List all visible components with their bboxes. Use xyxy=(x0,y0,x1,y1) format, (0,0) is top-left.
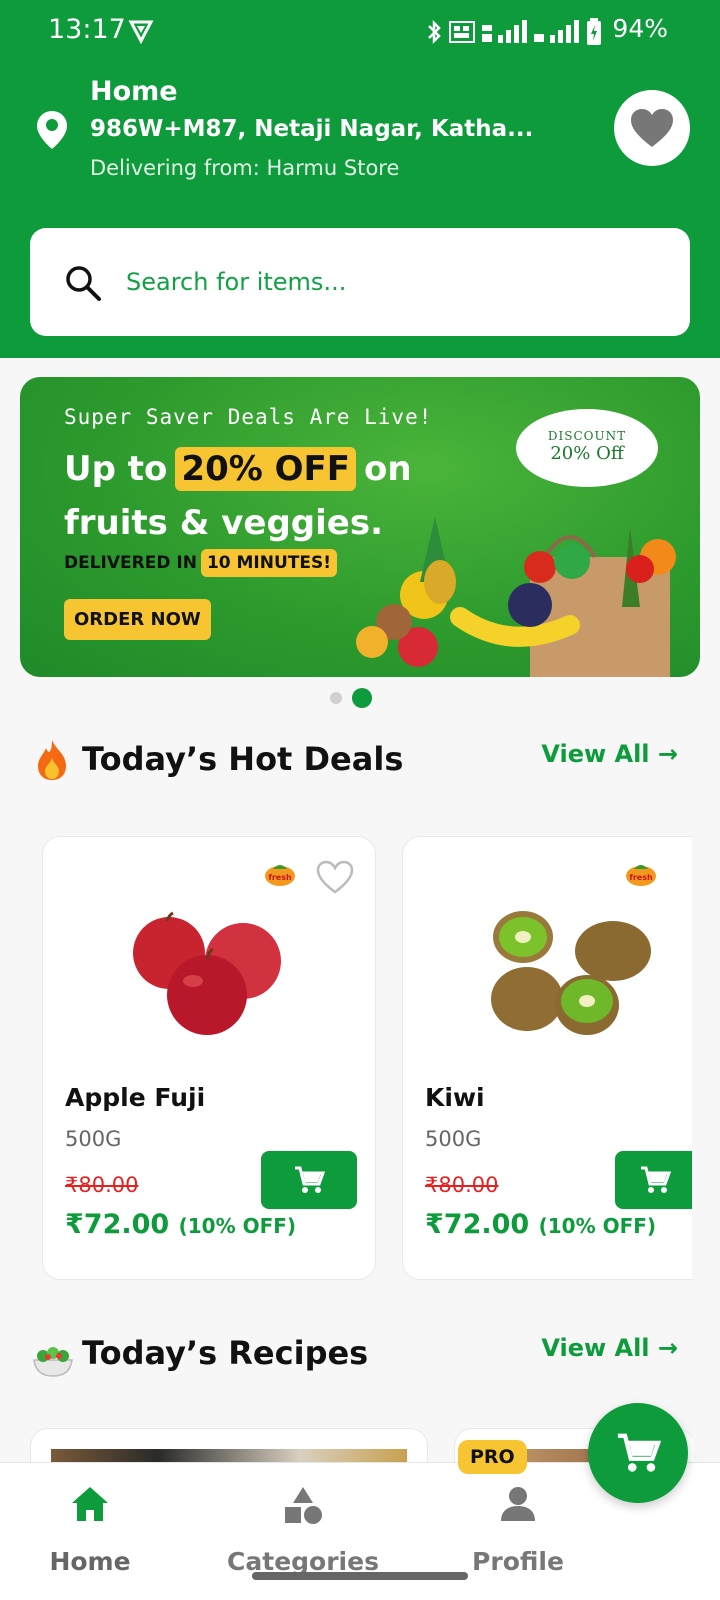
order-now-button[interactable]: ORDER NOW xyxy=(64,599,211,640)
wishlist-button[interactable] xyxy=(614,90,690,166)
search-icon xyxy=(64,264,102,306)
location-pin-icon xyxy=(36,110,68,154)
categories-icon xyxy=(285,1487,322,1524)
signal-icon-2 xyxy=(534,20,579,43)
banner-subtitle: Super Saver Deals Are Live! xyxy=(64,405,433,429)
svg-text:fresh: fresh xyxy=(268,873,292,882)
home-icon xyxy=(72,1487,108,1521)
hot-deals-view-all[interactable]: View All → xyxy=(541,740,678,768)
discount-badge: DISCOUNT 20% Off xyxy=(516,409,658,487)
salad-icon xyxy=(32,1344,74,1382)
battery-icon xyxy=(587,18,601,45)
address-title[interactable]: Home xyxy=(90,76,178,107)
vpn-icon xyxy=(128,18,154,48)
add-to-cart-button[interactable] xyxy=(261,1151,357,1209)
product-price: ₹72.00 (10% OFF) xyxy=(425,1209,657,1240)
heart-icon xyxy=(631,109,673,147)
search-bar[interactable] xyxy=(30,228,690,336)
battery-percent: 94% xyxy=(612,14,668,43)
product-old-price: ₹80.00 xyxy=(425,1173,499,1197)
promo-banner[interactable]: Super Saver Deals Are Live! Up to 20% OF… xyxy=(20,377,700,677)
fresh-badge-icon: fresh xyxy=(263,861,297,891)
carousel-dots[interactable] xyxy=(330,688,372,708)
cart-icon xyxy=(641,1166,671,1193)
volte-icon xyxy=(449,21,475,43)
hot-deals-title: Today’s Hot Deals xyxy=(82,740,404,778)
product-card[interactable]: fresh Apple Fuji 500G ₹80.00 ₹72.00 (10%… xyxy=(42,836,376,1280)
recipes-title: Today’s Recipes xyxy=(82,1334,369,1372)
heart-outline-icon[interactable] xyxy=(315,859,355,899)
delivering-store: Delivering from: Harmu Store xyxy=(90,156,400,180)
banner-highlight: 20% OFF xyxy=(175,447,356,491)
address-line[interactable]: 986W+M87, Netaji Nagar, Katha... xyxy=(90,116,533,142)
cart-icon xyxy=(617,1433,661,1472)
banner-headline-2: fruits & veggies. xyxy=(64,503,383,543)
banner-delivery: DELIVERED IN 10 MINUTES! xyxy=(64,549,337,577)
product-old-price: ₹80.00 xyxy=(65,1173,139,1197)
product-name: Apple Fuji xyxy=(65,1083,206,1112)
profile-icon xyxy=(501,1487,535,1521)
recipes-view-all[interactable]: View All → xyxy=(541,1334,678,1362)
cart-icon xyxy=(295,1166,325,1193)
carousel-dot-active[interactable] xyxy=(352,688,372,708)
nav-item-home[interactable]: Home xyxy=(0,1463,190,1600)
produce-illustration xyxy=(356,517,676,677)
status-bar: 13:17 94% xyxy=(0,0,720,64)
status-time: 13:17 xyxy=(48,14,126,45)
banner-delivery-highlight: 10 MINUTES! xyxy=(200,549,337,577)
header: Home 986W+M87, Netaji Nagar, Katha... De… xyxy=(0,64,720,358)
bluetooth-icon xyxy=(428,19,441,45)
fresh-badge-icon: fresh xyxy=(624,861,658,891)
svg-text:fresh: fresh xyxy=(629,873,653,882)
apple-image xyxy=(133,911,281,1035)
kiwi-image xyxy=(491,911,651,1035)
product-price: ₹72.00 (10% OFF) xyxy=(65,1209,297,1240)
carousel-dot[interactable] xyxy=(330,692,342,704)
cart-fab-button[interactable] xyxy=(588,1403,688,1503)
nav-label-home: Home xyxy=(49,1547,131,1576)
product-card[interactable]: fresh Kiwi 500G ₹80.00 ₹72.00 (10% OFF) xyxy=(402,836,692,1280)
product-qty: 500G xyxy=(425,1127,482,1151)
product-qty: 500G xyxy=(65,1127,122,1151)
search-input[interactable] xyxy=(126,258,646,306)
signal-icon-1 xyxy=(482,20,527,43)
banner-headline-1: Up to 20% OFF on xyxy=(64,447,412,491)
pro-badge: PRO xyxy=(458,1440,527,1474)
fire-icon xyxy=(32,738,72,786)
home-indicator[interactable] xyxy=(252,1572,468,1580)
add-to-cart-button[interactable] xyxy=(615,1151,692,1209)
product-name: Kiwi xyxy=(425,1083,485,1112)
status-icons xyxy=(426,18,602,46)
